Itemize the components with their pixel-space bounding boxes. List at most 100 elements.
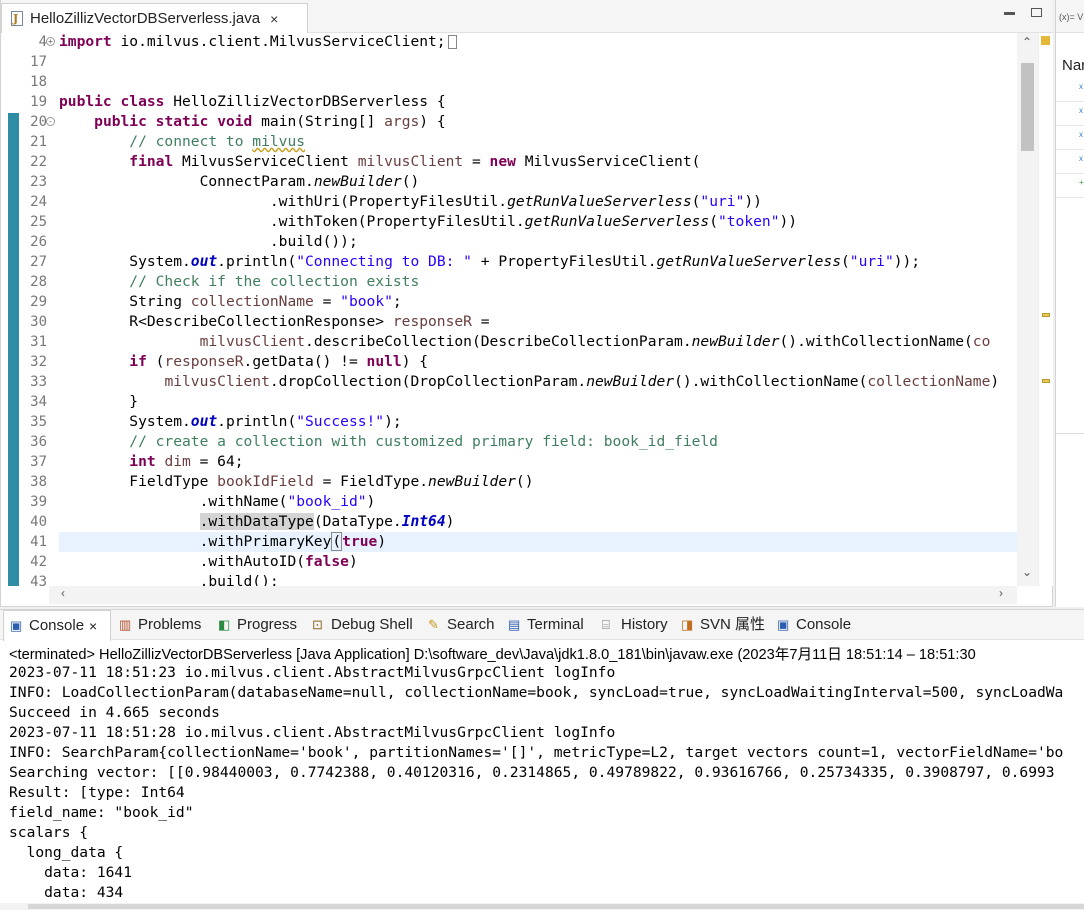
code-token: out bbox=[190, 253, 218, 270]
code-token: "book" bbox=[340, 293, 393, 310]
code-token: // create a collection with customized p… bbox=[59, 433, 718, 450]
variable-row[interactable]: x bbox=[1056, 78, 1084, 102]
code-line[interactable]: int dim = 64; bbox=[59, 452, 244, 472]
console-line: field_name: "book_id" bbox=[9, 804, 194, 821]
code-line[interactable]: // create a collection with customized p… bbox=[59, 432, 718, 452]
code-line[interactable]: .withPrimaryKey(true) bbox=[59, 532, 386, 552]
console-tab-bar: ▣ Console × ▥ Problems ◧ Progress ⊡ Debug Shell ✎… bbox=[0, 610, 1084, 641]
code-line[interactable]: .withDataType(DataType.Int64) bbox=[59, 512, 454, 532]
code-line[interactable]: milvusClient.describeCollection(Describe… bbox=[59, 332, 991, 352]
code-token: getRunValueServerless bbox=[507, 193, 692, 210]
code-token: dim bbox=[164, 453, 191, 470]
tab-terminal[interactable]: ▤ Terminal bbox=[502, 610, 594, 640]
vertical-scrollbar[interactable]: ⌃ ⌄ bbox=[1017, 33, 1038, 586]
code-line[interactable]: .build(); bbox=[59, 572, 279, 586]
expand-fold-icon[interactable]: + bbox=[46, 37, 55, 46]
code-token: = 64; bbox=[190, 453, 244, 470]
code-token: MilvusServiceClient bbox=[173, 153, 358, 170]
variable-row[interactable]: x bbox=[1056, 150, 1084, 174]
code-line[interactable]: .withName("book_id") bbox=[59, 492, 376, 512]
problems-icon: ▥ bbox=[119, 617, 132, 632]
code-line[interactable]: if (responseR.getData() != null) { bbox=[59, 352, 428, 372]
code-line[interactable]: public class HelloZillizVectorDBServerle… bbox=[59, 92, 446, 112]
scrollbar-thumb[interactable] bbox=[28, 904, 1084, 909]
variable-row[interactable]: + bbox=[1056, 174, 1084, 198]
code-token: = FieldType. bbox=[313, 473, 429, 490]
tab-search[interactable]: ✎ Search bbox=[422, 610, 500, 640]
code-token: () bbox=[515, 473, 534, 490]
line-number: 33 bbox=[30, 374, 47, 390]
horizontal-scrollbar[interactable]: ‹ › bbox=[49, 586, 1017, 604]
code-token: milvusClient bbox=[199, 333, 306, 350]
editor-tab-bar: J HelloZillizVectorDBServerless.java × bbox=[1, 0, 1053, 33]
maximize-button[interactable] bbox=[1031, 5, 1054, 20]
close-tab-icon[interactable]: × bbox=[270, 11, 278, 27]
line-number: 40 bbox=[30, 514, 47, 530]
code-line[interactable]: } bbox=[59, 392, 138, 412]
scroll-left-icon[interactable]: ‹ bbox=[61, 586, 65, 600]
tab-progress[interactable]: ◧ Progress bbox=[212, 610, 304, 640]
minimize-button[interactable] bbox=[1004, 5, 1027, 20]
code-line[interactable]: // connect to milvus bbox=[59, 132, 305, 152]
code-token: "Success!" bbox=[296, 413, 385, 430]
code-line[interactable]: FieldType bookIdField = FieldType.newBui… bbox=[59, 472, 534, 492]
history-icon: ⌸ bbox=[602, 617, 610, 632]
scrollbar-thumb[interactable] bbox=[1021, 63, 1034, 151]
editor-pane: J HelloZillizVectorDBServerless.java × 4… bbox=[0, 0, 1053, 607]
code-line[interactable]: System.out.println("Connecting to DB: " … bbox=[59, 252, 920, 272]
code-token: } bbox=[59, 393, 139, 410]
code-token: "book_id" bbox=[287, 493, 367, 510]
console-status: <terminated> HelloZillizVectorDBServerle… bbox=[9, 647, 976, 663]
tab-svn[interactable]: ◨ SVN 属性 bbox=[675, 610, 769, 640]
overview-marker[interactable] bbox=[1042, 313, 1050, 317]
code-line[interactable]: public static void main(String[] args) { bbox=[59, 112, 446, 132]
code-line[interactable]: .build()); bbox=[59, 232, 358, 252]
line-number: 27 bbox=[30, 254, 47, 270]
code-line[interactable]: .withUri(PropertyFilesUtil.getRunValueSe… bbox=[59, 192, 762, 212]
folded-imports-indicator[interactable] bbox=[447, 35, 457, 49]
variable-icon: x bbox=[1079, 82, 1083, 91]
line-number: 4 bbox=[38, 34, 47, 50]
console-output[interactable]: 2023-07-11 18:51:23 io.milvus.client.Abs… bbox=[9, 663, 1063, 903]
collapse-fold-icon[interactable]: - bbox=[46, 117, 55, 126]
code-line[interactable]: .withAutoID(false) bbox=[59, 552, 358, 572]
variables-tab[interactable]: (x)= V bbox=[1056, 0, 1084, 33]
code-token: responseR bbox=[164, 353, 244, 370]
close-tab-icon[interactable]: × bbox=[89, 609, 97, 643]
scroll-right-icon[interactable]: › bbox=[999, 586, 1003, 600]
code-token: .withDataType bbox=[199, 513, 314, 530]
tab-problems[interactable]: ▥ Problems bbox=[113, 610, 209, 640]
code-token: public bbox=[59, 93, 112, 110]
tab-debug-shell[interactable]: ⊡ Debug Shell bbox=[306, 610, 420, 640]
warning-summary-icon[interactable] bbox=[1041, 36, 1050, 45]
scroll-down-icon[interactable]: ⌄ bbox=[1022, 565, 1032, 579]
overview-marker[interactable] bbox=[1042, 379, 1050, 383]
code-line[interactable]: import io.milvus.client.MilvusServiceCli… bbox=[59, 33, 457, 52]
code-line[interactable]: String collectionName = "book"; bbox=[59, 292, 401, 312]
variable-row[interactable]: x bbox=[1056, 102, 1084, 126]
editor-tab[interactable]: J HelloZillizVectorDBServerless.java × bbox=[1, 3, 308, 33]
console-line: Result: [type: Int64 bbox=[9, 784, 185, 801]
line-number: 32 bbox=[30, 354, 47, 370]
scroll-up-icon[interactable]: ⌃ bbox=[1022, 35, 1032, 49]
code-editor[interactable]: 4 +17 18 19 20- 21 22 23 24 25 26 27 28 29 30 31 32 33 34 3… bbox=[1, 33, 1017, 586]
code-line[interactable]: System.out.println("Success!"); bbox=[59, 412, 401, 432]
code-token: .build(); bbox=[59, 573, 279, 586]
code-line[interactable]: .withToken(PropertyFilesUtil.getRunValue… bbox=[59, 212, 797, 232]
tab-console-2[interactable]: ▣ Console bbox=[771, 610, 861, 640]
code-line[interactable]: ConnectParam.newBuilder() bbox=[59, 172, 420, 192]
code-token: ) { bbox=[419, 113, 446, 130]
code-line[interactable]: // Check if the collection exists bbox=[59, 272, 419, 292]
variable-row[interactable]: x bbox=[1056, 126, 1084, 150]
code-line[interactable]: milvusClient.dropCollection(DropCollecti… bbox=[59, 372, 999, 392]
console-pane: ▣ Console × ▥ Problems ◧ Progress ⊡ Debug Shell ✎… bbox=[0, 609, 1084, 910]
tab-console[interactable]: ▣ Console × bbox=[3, 610, 111, 641]
tab-history[interactable]: ⌸ History bbox=[596, 610, 673, 640]
code-line[interactable]: R<DescribeCollectionResponse> responseR … bbox=[59, 312, 489, 332]
code-token: ( bbox=[841, 253, 850, 270]
code-token: "Connecting to DB: " bbox=[296, 253, 472, 270]
overview-ruler[interactable] bbox=[1038, 33, 1053, 586]
code-line[interactable]: final MilvusServiceClient milvusClient =… bbox=[59, 152, 700, 172]
